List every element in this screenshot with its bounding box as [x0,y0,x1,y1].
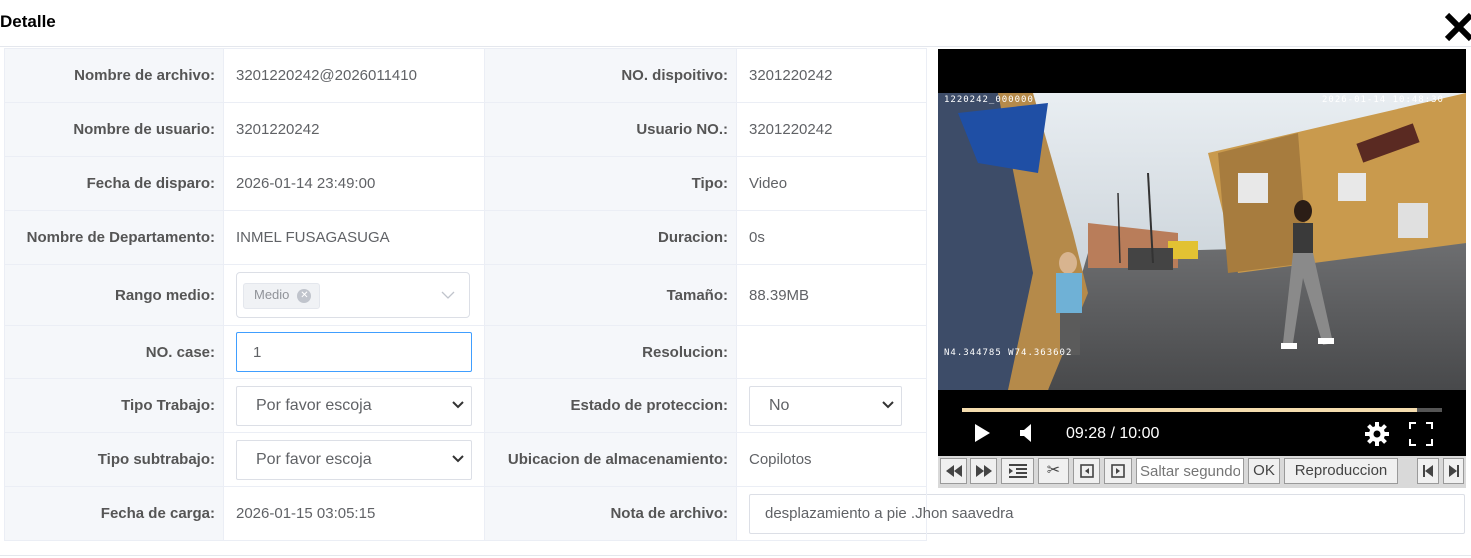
nombre-usuario-value: 3201220242 [223,102,485,157]
nombre-archivo-value: 3201220242@2026011410 [223,48,485,103]
tipo-trabajo-label: Tipo Trabajo: [4,378,224,433]
video-scene [938,93,1466,390]
rango-tag-label: Medio [254,287,290,302]
tipo-trabajo-select[interactable]: Por favor escoja [236,385,472,426]
nota-value: desplazamiento a pie .Jhon saavedra [765,504,1014,522]
proteccion-cell: No [736,378,927,433]
dialog-footer-divider [0,555,1471,556]
tipo-trabajo-value: Por favor escoja [256,396,372,414]
nombre-archivo-label: Nombre de archivo: [4,48,224,103]
osd-datetime: 2026-01-14 10:48:30 [1322,95,1444,105]
tag-close-icon[interactable]: ✕ [297,288,312,303]
next-frame-icon[interactable] [1104,458,1132,484]
no-dispositivo-value: 3201220242 [736,48,927,103]
case-cell [223,325,485,379]
nota-cell: desplazamiento a pie .Jhon saavedra [736,486,1465,541]
rewind-icon[interactable] [940,458,967,484]
volume-icon[interactable] [1018,421,1038,450]
scissors-icon[interactable]: ✂ [1038,458,1069,484]
seek-seconds-input-wrap [1136,458,1244,484]
play-icon[interactable] [972,421,992,450]
close-icon[interactable] [1444,12,1471,42]
case-label: NO. case: [4,325,224,379]
resolucion-label: Resolucion: [484,325,737,379]
chevron-down-icon [882,400,894,408]
rango-cell: Medio ✕ [223,264,485,326]
prev-frame-icon[interactable] [1073,458,1100,484]
chevron-down-icon [452,454,464,462]
osd-gps: N4.344785 W74.363602 [944,348,1073,358]
rango-label: Rango medio: [4,264,224,326]
chevron-down-icon [452,400,464,408]
dialog-header: Detalle [0,0,1471,47]
table-row: Nombre de usuario: 3201220242 Usuario NO… [4,102,927,157]
duracion-label: Duracion: [484,210,737,265]
table-row: NO. case: Resolucion: [4,325,927,379]
table-row: Tipo Trabajo: Por favor escoja Estado de… [4,378,927,433]
video-frame[interactable]: 1220242_000000 2026-01-14 10:48:30 N4.34… [938,93,1466,390]
proteccion-label: Estado de proteccion: [484,378,737,433]
settings-icon[interactable] [1364,421,1390,452]
proteccion-select[interactable]: No [749,385,902,426]
usuario-no-label: Usuario NO.: [484,102,737,157]
fecha-carga-label: Fecha de carga: [4,486,224,541]
nota-label: Nota de archivo: [484,486,737,541]
nombre-usuario-label: Nombre de usuario: [4,102,224,157]
ubicacion-label: Ubicacion de almacenamiento: [484,432,737,487]
skip-end-icon[interactable] [1443,458,1464,484]
dialog-title: Detalle [0,12,56,31]
skip-start-icon[interactable] [1417,458,1439,484]
resolucion-value [736,325,927,379]
chevron-down-icon [441,291,455,299]
duracion-value: 0s [736,210,927,265]
table-row: Nombre de Departamento: INMEL FUSAGASUGA… [4,210,927,265]
proteccion-value: No [769,396,790,414]
video-progress-fill [962,408,1417,412]
video-progress-bar[interactable] [962,408,1442,412]
video-player[interactable]: 1220242_000000 2026-01-14 10:48:30 N4.34… [938,49,1466,460]
tamano-value: 88.39MB [736,264,927,326]
video-time: 09:28 / 10:00 [1066,425,1160,442]
subtrabajo-value: Por favor escoja [256,450,372,468]
table-row: Rango medio: Medio ✕ Tamaño: 88.39MB [4,264,927,326]
no-dispositivo-label: NO. dispoitivo: [484,48,737,103]
subtrabajo-cell: Por favor escoja [223,432,485,487]
osd-id: 1220242_000000 [944,95,1034,105]
usuario-no-value: 3201220242 [736,102,927,157]
rango-select[interactable]: Medio ✕ [236,272,470,318]
fecha-disparo-value: 2026-01-14 23:49:00 [223,156,485,211]
table-row: Tipo subtrabajo: Por favor escoja Ubicac… [4,432,927,487]
player-toolbar: ✂ OK Reproduccion [938,456,1466,488]
seek-seconds-input[interactable] [1137,459,1243,483]
tipo-trabajo-cell: Por favor escoja [223,378,485,433]
fast-forward-icon[interactable] [970,458,997,484]
case-input[interactable] [236,332,472,372]
playback-button[interactable]: Reproduccion [1284,458,1398,484]
table-row: Nombre de archivo: 3201220242@2026011410… [4,48,927,103]
rango-tag: Medio ✕ [243,283,321,309]
tamano-label: Tamaño: [484,264,737,326]
nota-input[interactable]: desplazamiento a pie .Jhon saavedra [749,493,1465,534]
tipo-value: Video [736,156,927,211]
fecha-carga-value: 2026-01-15 03:05:15 [223,486,485,541]
ok-button[interactable]: OK [1248,458,1280,484]
subtrabajo-select[interactable]: Por favor escoja [236,439,472,480]
table-row: Fecha de carga: 2026-01-15 03:05:15 Nota… [4,486,1465,541]
fecha-disparo-label: Fecha de disparo: [4,156,224,211]
table-row: Fecha de disparo: 2026-01-14 23:49:00 Ti… [4,156,927,211]
list-icon[interactable] [1001,458,1034,484]
tipo-label: Tipo: [484,156,737,211]
departamento-value: INMEL FUSAGASUGA [223,210,485,265]
departamento-label: Nombre de Departamento: [4,210,224,265]
fullscreen-icon[interactable] [1408,421,1434,452]
subtrabajo-label: Tipo subtrabajo: [4,432,224,487]
ubicacion-value: Copilotos [736,432,927,487]
detail-table: Nombre de archivo: 3201220242@2026011410… [4,48,1465,541]
